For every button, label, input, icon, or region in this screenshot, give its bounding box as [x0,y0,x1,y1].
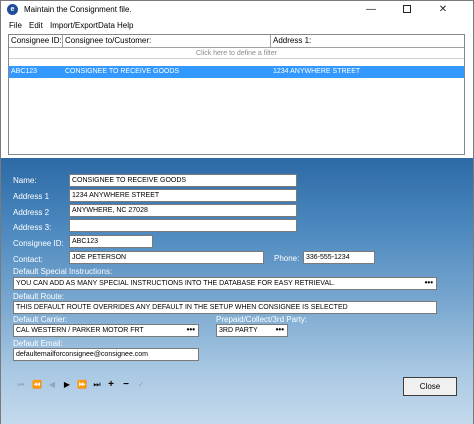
next-record-icon[interactable]: ▶ [61,379,73,391]
special-instructions-label: Default Special Instructions: [13,267,113,276]
address2-label: Address 2 [13,208,50,217]
prepaid-lookup-button[interactable]: ••• [276,325,284,335]
route-field[interactable]: THIS DEFAULT ROUTE OVERRIDES ANY DEFAULT… [13,301,437,314]
carrier-lookup-button[interactable]: ••• [187,325,195,335]
close-window-button[interactable]: ✕ [428,1,458,18]
menu-edit[interactable]: Edit [29,20,43,31]
app-icon: e [7,4,18,15]
menu-bar: File Edit Import/ExportData Help [1,19,473,32]
title-bar: e Maintain the Consignment file. — ✕ [1,1,473,18]
phone-field[interactable]: 336-555-1234 [303,251,375,264]
column-header-address1[interactable]: Address 1: [271,35,464,47]
email-field[interactable]: defaultemailforconsignee@consignee.com [13,348,199,361]
consignee-grid[interactable]: Consignee ID: Consignee to/Customer: Add… [8,34,465,155]
close-button[interactable]: Close [403,377,457,396]
grid-header: Consignee ID: Consignee to/Customer: Add… [9,35,464,48]
address1-field[interactable]: 1234 ANYWHERE STREET [69,189,297,202]
maximize-button[interactable] [392,1,422,18]
prepaid-field[interactable]: 3RD PARTY ••• [216,324,288,337]
menu-file[interactable]: File [9,20,22,31]
consignee-id-field[interactable]: ABC123 [69,235,153,248]
menu-help[interactable]: Help [117,20,133,31]
prev-page-icon[interactable]: ⏪ [31,379,43,391]
add-record-icon[interactable]: + [105,379,117,391]
last-record-icon[interactable]: ⏭ [91,379,103,391]
address1-label: Address 1 [13,192,50,201]
carrier-field[interactable]: CAL WESTERN / PARKER MOTOR FRT ••• [13,324,199,337]
contact-field[interactable]: JOE PETERSON [69,251,264,264]
delete-record-icon[interactable]: − [120,379,132,391]
menu-import-export[interactable]: Import/ExportData [50,20,115,31]
next-page-icon[interactable]: ⏩ [76,379,88,391]
table-row[interactable]: ABC123 CONSIGNEE TO RECEIVE GOODS 1234 A… [9,66,464,78]
post-record-icon[interactable]: ✓ [135,379,147,391]
contact-label: Contact: [13,255,43,264]
special-instructions-field[interactable]: YOU CAN ADD AS MANY SPECIAL INSTRUCTIONS… [13,277,437,290]
name-field[interactable]: CONSIGNEE TO RECEIVE GOODS [69,174,297,187]
filter-row[interactable]: Click here to define a filter [9,48,464,59]
cell-address1: 1234 ANYWHERE STREET [273,68,361,75]
address3-field[interactable] [69,219,297,232]
special-instructions-lookup-button[interactable]: ••• [425,278,433,288]
window-title: Maintain the Consignment file. [24,5,132,14]
column-header-consignee[interactable]: Consignee to/Customer: [63,35,271,47]
cell-consignee: CONSIGNEE TO RECEIVE GOODS [65,68,180,75]
first-record-icon[interactable]: ⏮ [15,379,27,391]
consignee-id-label: Consignee ID: [13,239,64,248]
address2-field[interactable]: ANYWHERE, NC 27028 [69,204,297,217]
name-label: Name: [13,176,37,185]
maximize-icon [403,5,411,14]
special-instructions-text: YOU CAN ADD AS MANY SPECIAL INSTRUCTIONS… [16,280,335,287]
carrier-text: CAL WESTERN / PARKER MOTOR FRT [16,327,144,334]
consignment-window: e Maintain the Consignment file. — ✕ Fil… [0,0,474,424]
phone-label: Phone: [274,254,300,263]
address3-label: Address 3: [13,223,52,232]
column-header-consignee-id[interactable]: Consignee ID: [9,35,63,47]
prev-record-icon[interactable]: ◀ [46,379,58,391]
cell-consignee-id: ABC123 [11,68,38,75]
prepaid-text: 3RD PARTY [219,327,258,334]
minimize-button[interactable]: — [356,1,386,18]
